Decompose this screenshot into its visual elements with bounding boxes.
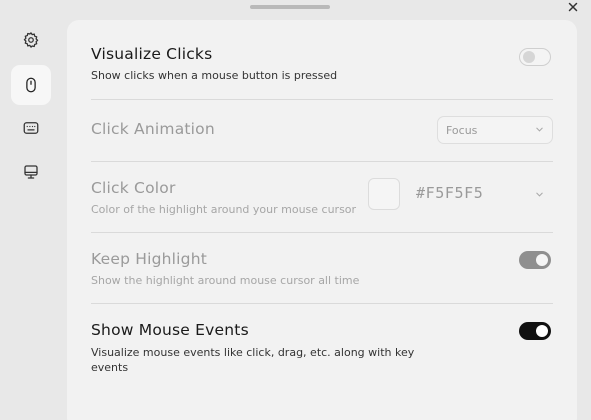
keyboard-icon	[23, 122, 39, 134]
show-mouse-events-description-line1: Visualize mouse events like click, drag,…	[91, 346, 415, 359]
mouse-icon	[26, 77, 36, 93]
show-mouse-events-row: Show Mouse Events Visualize mouse events…	[91, 321, 553, 381]
keep-highlight-row: Keep Highlight Show the highlight around…	[91, 250, 553, 290]
click-color-description: Color of the highlight around your mouse…	[91, 203, 357, 216]
divider	[91, 99, 553, 100]
drag-handle[interactable]	[250, 5, 330, 9]
click-color-title: Click Color	[91, 179, 176, 197]
chevron-down-icon[interactable]	[535, 190, 544, 199]
show-mouse-events-title: Show Mouse Events	[91, 321, 249, 339]
settings-panel: Visualize Clicks Show clicks when a mous…	[67, 20, 577, 420]
sidebar-item-display[interactable]	[11, 152, 51, 192]
close-button[interactable]	[566, 0, 580, 14]
divider	[91, 232, 553, 233]
show-mouse-events-description-line2: events	[91, 361, 129, 374]
visualize-clicks-row: Visualize Clicks Show clicks when a mous…	[91, 45, 553, 90]
sidebar-item-keyboard[interactable]	[11, 108, 51, 148]
close-icon	[568, 2, 578, 12]
keep-highlight-title: Keep Highlight	[91, 250, 208, 268]
click-animation-title: Click Animation	[91, 120, 215, 138]
divider	[91, 303, 553, 304]
click-color-hex[interactable]: #F5F5F5	[416, 184, 483, 202]
chevron-down-icon	[536, 127, 543, 132]
sidebar-item-mouse[interactable]	[11, 65, 51, 105]
divider	[91, 161, 553, 162]
gear-icon	[23, 32, 39, 48]
keep-highlight-toggle[interactable]	[519, 251, 551, 269]
click-animation-value: Focus	[446, 124, 478, 137]
visualize-clicks-toggle[interactable]	[519, 48, 551, 66]
keep-highlight-description: Show the highlight around mouse cursor a…	[91, 274, 360, 287]
monitor-icon	[24, 165, 38, 179]
visualize-clicks-description: Show clicks when a mouse button is press…	[91, 69, 338, 82]
sidebar-item-settings[interactable]	[11, 20, 51, 60]
visualize-clicks-title: Visualize Clicks	[91, 45, 213, 63]
show-mouse-events-toggle[interactable]	[519, 322, 551, 340]
sidebar	[0, 0, 62, 420]
click-animation-select[interactable]: Focus	[437, 116, 553, 144]
click-color-row: Click Color Color of the highlight aroun…	[91, 179, 553, 219]
click-color-swatch[interactable]	[368, 178, 400, 210]
